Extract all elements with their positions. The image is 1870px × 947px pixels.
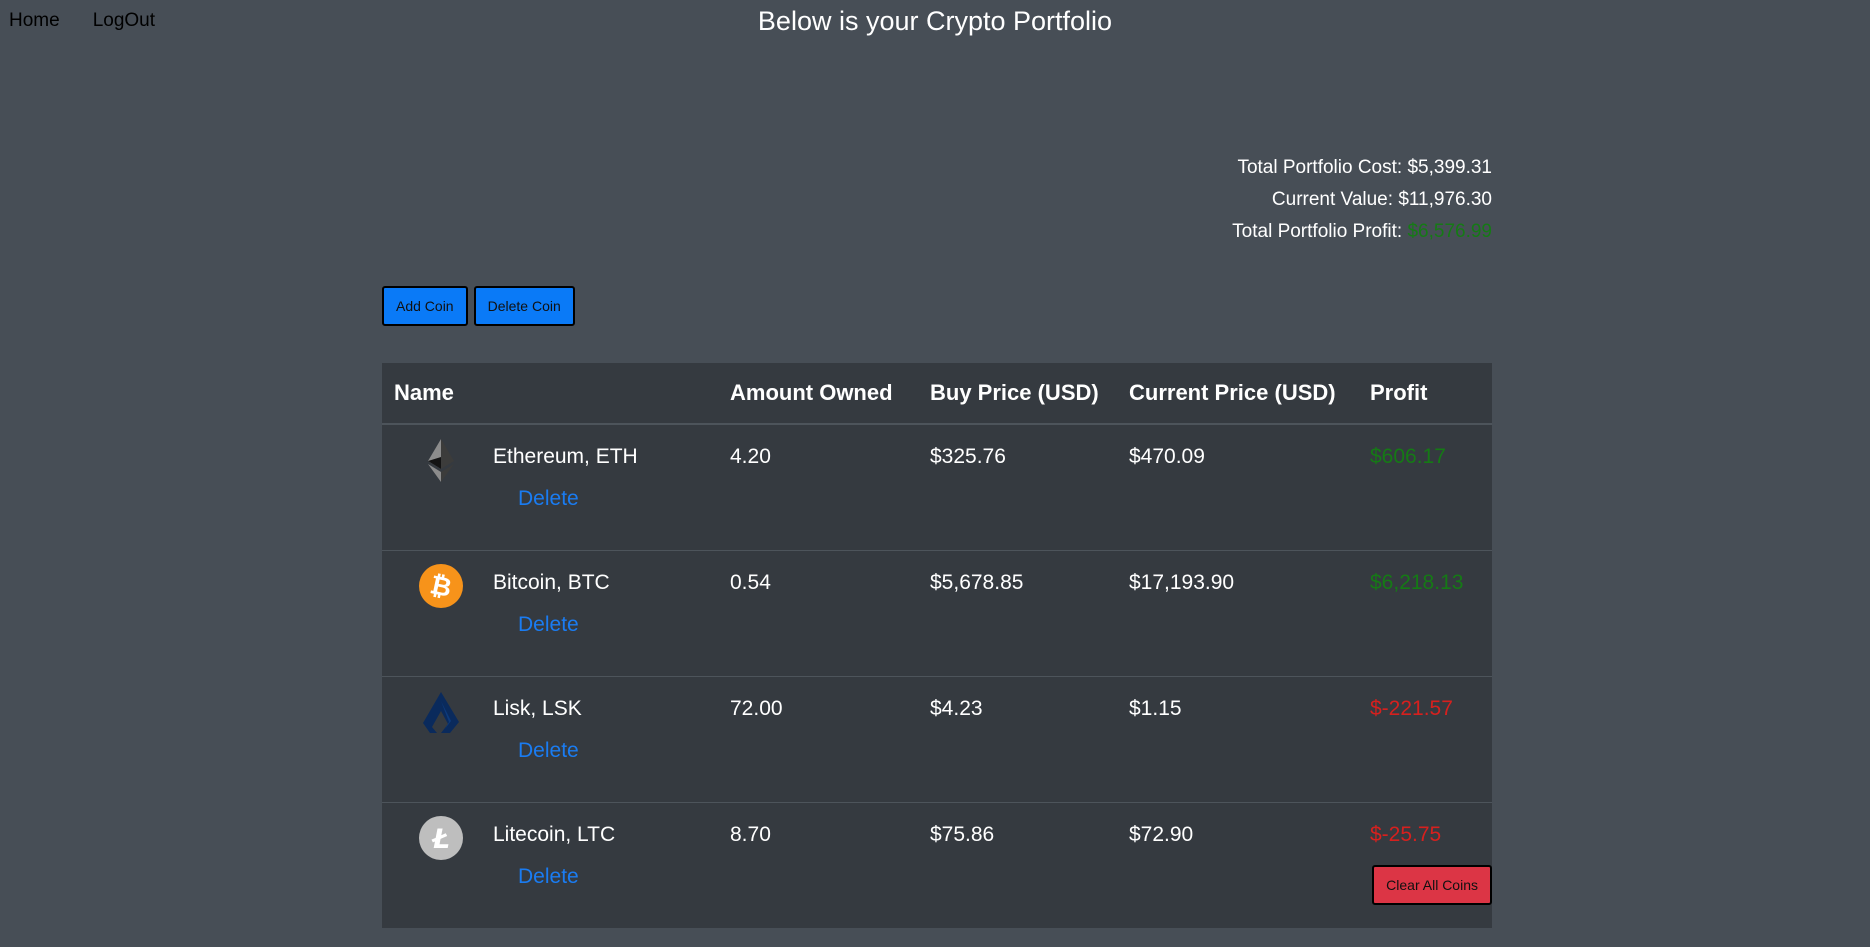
amount-owned-cell: 4.20 xyxy=(718,423,918,551)
profit-cell: $-221.57 xyxy=(1358,676,1492,803)
column-header-current-price: Current Price (USD) xyxy=(1117,363,1358,425)
table-row: Ł Litecoin, LTC Delete 8.70 $75.86 $72.9… xyxy=(382,802,1492,928)
coin-action-buttons: Add Coin Delete Coin xyxy=(382,286,575,326)
current-price-cell: $72.90 xyxy=(1117,802,1358,928)
buy-price-cell: $75.86 xyxy=(918,802,1117,928)
current-price-cell: $17,193.90 xyxy=(1117,550,1358,677)
bitcoin-icon: ₿ xyxy=(418,563,464,609)
table-row: Lisk, LSK Delete 72.00 $4.23 $1.15 $-221… xyxy=(382,676,1492,803)
portfolio-table: Name Amount Owned Buy Price (USD) Curren… xyxy=(382,363,1492,928)
delete-coin-link[interactable]: Delete xyxy=(518,739,579,763)
current-value-value: $11,976.30 xyxy=(1398,189,1492,210)
column-header-amount: Amount Owned xyxy=(718,363,918,425)
coin-name-cell: Ethereum, ETH Delete xyxy=(382,423,718,551)
ethereum-icon xyxy=(418,437,464,483)
page-title: Below is your Crypto Portfolio xyxy=(757,6,1113,36)
profit-cell: $6,218.13 xyxy=(1358,550,1492,677)
amount-owned-cell: 72.00 xyxy=(718,676,918,803)
portfolio-summary: Total Portfolio Cost: $5,399.31 Current … xyxy=(1232,152,1492,248)
profit-cell: $606.17 xyxy=(1358,423,1492,551)
current-price-cell: $1.15 xyxy=(1117,676,1358,803)
total-cost-value: $5,399.31 xyxy=(1407,157,1492,178)
current-price-cell: $470.09 xyxy=(1117,423,1358,551)
delete-coin-link[interactable]: Delete xyxy=(518,487,579,511)
coin-name-cell: Ł Litecoin, LTC Delete xyxy=(382,802,718,928)
delete-coin-link[interactable]: Delete xyxy=(518,865,579,889)
total-profit-value: $6,576.99 xyxy=(1407,221,1492,242)
coin-name: Lisk, LSK xyxy=(493,697,582,720)
add-coin-button[interactable]: Add Coin xyxy=(382,286,468,326)
column-header-profit: Profit xyxy=(1358,363,1492,425)
current-value-row: Current Value: $11,976.30 xyxy=(1232,184,1492,216)
delete-coin-button[interactable]: Delete Coin xyxy=(473,286,575,326)
clear-all-coins-button[interactable]: Clear All Coins xyxy=(1372,865,1492,905)
column-header-name: Name xyxy=(382,363,718,425)
table-row: ₿ Bitcoin, BTC Delete 0.54 $5,678.85 $17… xyxy=(382,550,1492,677)
column-header-buy-price: Buy Price (USD) xyxy=(918,363,1117,425)
clear-coins-area: Clear All Coins xyxy=(1372,865,1492,905)
buy-price-cell: $325.76 xyxy=(918,423,1117,551)
total-cost-row: Total Portfolio Cost: $5,399.31 xyxy=(1232,152,1492,184)
coin-name-cell: Lisk, LSK Delete xyxy=(382,676,718,803)
lisk-icon xyxy=(418,689,464,735)
svg-text:Ł: Ł xyxy=(431,824,450,855)
table-row: Ethereum, ETH Delete 4.20 $325.76 $470.0… xyxy=(382,423,1492,551)
total-profit-row: Total Portfolio Profit: $6,576.99 xyxy=(1232,216,1492,248)
buy-price-cell: $5,678.85 xyxy=(918,550,1117,677)
litecoin-icon: Ł xyxy=(418,815,464,861)
coin-name: Ethereum, ETH xyxy=(493,445,638,468)
amount-owned-cell: 0.54 xyxy=(718,550,918,677)
table-header-row: Name Amount Owned Buy Price (USD) Curren… xyxy=(382,363,1492,425)
coin-name: Bitcoin, BTC xyxy=(493,571,610,594)
delete-coin-link[interactable]: Delete xyxy=(518,613,579,637)
total-profit-label: Total Portfolio Profit: xyxy=(1232,221,1403,242)
coin-name-cell: ₿ Bitcoin, BTC Delete xyxy=(382,550,718,677)
amount-owned-cell: 8.70 xyxy=(718,802,918,928)
current-value-label: Current Value: xyxy=(1271,189,1394,210)
buy-price-cell: $4.23 xyxy=(918,676,1117,803)
coin-name: Litecoin, LTC xyxy=(493,823,616,846)
total-cost-label: Total Portfolio Cost: xyxy=(1237,157,1403,178)
